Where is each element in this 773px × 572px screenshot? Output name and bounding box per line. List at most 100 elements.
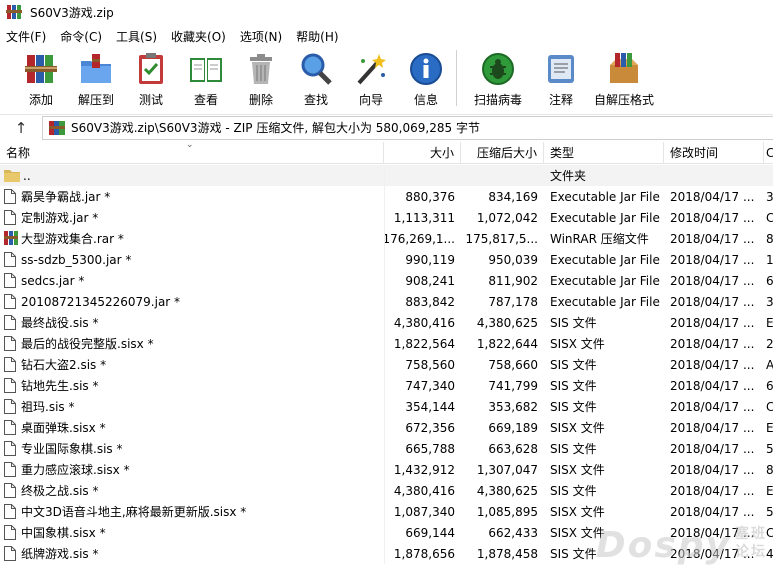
file-packed: 662,433 (488, 525, 538, 540)
file-type: SISX 文件 (550, 421, 605, 435)
file-name-cell: 纸牌游戏.sis * (0, 543, 384, 564)
column-size-label: 大小 (429, 146, 454, 160)
menu-file[interactable]: 文件(F) (6, 28, 46, 45)
file-modified: 2018/04/17 ... (670, 252, 755, 267)
file-icon (4, 335, 18, 352)
file-type: SISX 文件 (550, 505, 605, 519)
extract-to-label: 解压到 (77, 93, 114, 107)
file-row[interactable]: 最终战役.sis * 4,380,416 4,380,625 SIS 文件 2018/0… (0, 312, 773, 333)
file-row[interactable]: 专业国际象棋.sis * 665,788 663,628 SIS 文件 2018/04/… (0, 438, 773, 459)
bug-scan-icon (479, 50, 517, 88)
file-row[interactable]: 最后的战役完整版.sisx * 1,822,564 1,822,644 SISX 文件… (0, 333, 773, 354)
file-name: 20108721345226079.jar * (21, 294, 181, 309)
file-name: 钻地先生.sis * (21, 379, 99, 393)
file-modified: 2018/04/17 ... (670, 441, 755, 456)
column-modified[interactable]: 修改时间 (664, 141, 764, 164)
menu-commands[interactable]: 命令(C) (60, 28, 102, 45)
file-icon (4, 293, 18, 310)
file-size: 880,376 (384, 186, 461, 207)
extract-folder-icon (77, 50, 115, 88)
file-modified: 2018/04/17 ... (670, 483, 755, 498)
info-icon (407, 50, 445, 88)
column-type[interactable]: 类型 (544, 141, 664, 164)
file-size: 1,432,912 (384, 459, 461, 480)
extract-to-button[interactable]: 解压到 (69, 48, 123, 110)
menu-options[interactable]: 选项(N) (240, 28, 282, 45)
file-icon (4, 356, 18, 373)
parent-folder-row[interactable]: .. 文件夹 (0, 165, 773, 186)
find-button[interactable]: 查找 (289, 48, 343, 110)
file-packed: 669,189 (488, 420, 538, 435)
menu-tools[interactable]: 工具(S) (116, 28, 157, 45)
column-name[interactable]: 名称 ⌄ (0, 139, 384, 164)
file-name-cell: 中国象棋.sisx * (0, 522, 384, 543)
file-name: 最终战役.sis * (21, 316, 99, 330)
file-name: 大型游戏集合.rar * (21, 232, 124, 246)
wizard-label: 向导 (358, 93, 383, 107)
file-name-cell: 钻石大盗2.sis * (0, 354, 384, 375)
file-icon (4, 251, 18, 268)
watermark-main: Dospy (595, 525, 731, 566)
wizard-button[interactable]: 向导 (344, 48, 398, 110)
file-name-cell: ss-sdzb_5300.jar * (0, 249, 384, 270)
info-button[interactable]: 信息 (399, 48, 453, 110)
file-name: 定制游戏.jar * (21, 211, 99, 225)
scan-virus-button[interactable]: 扫描病毒 (463, 48, 533, 110)
file-packed: 787,178 (488, 294, 538, 309)
file-size: 1,113,311 (384, 207, 461, 228)
file-name-cell: 终极之战.sis * (0, 480, 384, 501)
view-button[interactable]: 查看 (179, 48, 233, 110)
sfx-label: 自解压格式 (593, 93, 654, 107)
file-row[interactable]: ss-sdzb_5300.jar * 990,119 950,039 Executab… (0, 249, 773, 270)
file-row[interactable]: 祖玛.sis * 354,144 353,682 SIS 文件 2018/04/17 .… (0, 396, 773, 417)
file-row[interactable]: 终极之战.sis * 4,380,416 4,380,625 SIS 文件 2018/0… (0, 480, 773, 501)
file-row[interactable]: 桌面弹珠.sisx * 672,356 669,189 SISX 文件 2018/04/… (0, 417, 773, 438)
file-icon (4, 377, 18, 394)
file-name: 专业国际象棋.sis * (21, 442, 123, 456)
column-size[interactable]: 大小 (384, 141, 461, 164)
file-row[interactable]: 中文3D语音斗地主,麻将最新更新版.sisx * 1,087,340 1,085,8… (0, 501, 773, 522)
column-name-label: 名称 (6, 146, 31, 160)
file-size: 4,380,416 (384, 312, 461, 333)
file-crc: E (766, 483, 773, 498)
column-packed[interactable]: 压缩后大小 (461, 141, 544, 164)
file-packed: 834,169 (488, 189, 538, 204)
file-type: SIS 文件 (550, 400, 597, 414)
file-type: SIS 文件 (550, 358, 597, 372)
delete-button[interactable]: 删除 (234, 48, 288, 110)
file-row[interactable]: sedcs.jar * 908,241 811,902 Executable Jar … (0, 270, 773, 291)
file-modified: 2018/04/17 ... (670, 357, 755, 372)
file-name: 霸昊争霸战.jar * (21, 190, 111, 204)
add-button[interactable]: 添加 (14, 48, 68, 110)
file-crc: C (766, 210, 773, 225)
file-row[interactable]: 重力感应滚球.sisx * 1,432,912 1,307,047 SISX 文件 20… (0, 459, 773, 480)
menu-favorites[interactable]: 收藏夹(O) (171, 28, 226, 45)
up-arrow-button[interactable]: ↑ (0, 115, 42, 141)
file-icon (4, 482, 18, 499)
file-modified: 2018/04/17 ... (670, 336, 755, 351)
parent-size (384, 165, 461, 186)
test-button[interactable]: 测试 (124, 48, 178, 110)
file-row[interactable]: 钻地先生.sis * 747,340 741,799 SIS 文件 2018/04/17… (0, 375, 773, 396)
file-row[interactable]: 定制游戏.jar * 1,113,311 1,072,042 Executable J… (0, 207, 773, 228)
column-crc[interactable]: C (764, 142, 773, 164)
delete-label: 删除 (248, 93, 273, 107)
file-packed: 663,628 (488, 441, 538, 456)
file-row[interactable]: 20108721345226079.jar * 883,842 787,178 Exe… (0, 291, 773, 312)
file-row[interactable]: 大型游戏集合.rar * 176,269,1... 175,817,5... WinR… (0, 228, 773, 249)
file-name-cell: 钻地先生.sis * (0, 375, 384, 396)
sort-chevron-icon: ⌄ (186, 139, 194, 150)
file-crc: 6 (766, 378, 773, 393)
file-icon (4, 272, 18, 289)
file-size: 669,144 (384, 522, 461, 543)
address-path[interactable]: S60V3游戏.zip\S60V3游戏 - ZIP 压缩文件, 解包大小为 58… (42, 115, 773, 140)
file-name: 中国象棋.sisx * (21, 526, 106, 540)
title-bar: S60V3游戏.zip (0, 0, 773, 24)
file-row[interactable]: 霸昊争霸战.jar * 880,376 834,169 Executable Jar … (0, 186, 773, 207)
file-name-cell: 20108721345226079.jar * (0, 291, 384, 312)
scan-virus-label: 扫描病毒 (473, 93, 522, 107)
file-row[interactable]: 钻石大盗2.sis * 758,560 758,660 SIS 文件 2018/04/1… (0, 354, 773, 375)
menu-help[interactable]: 帮助(H) (296, 28, 338, 45)
sfx-button[interactable]: 自解压格式 (589, 48, 659, 110)
comment-button[interactable]: 注释 (534, 48, 588, 110)
